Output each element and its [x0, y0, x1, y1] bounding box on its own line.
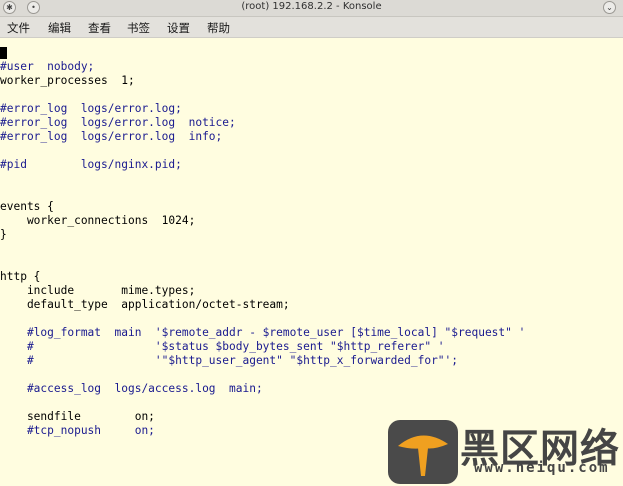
terminal-line: #error_log logs/error.log notice;	[0, 116, 236, 129]
terminal-line: worker_connections 1024;	[0, 214, 196, 227]
terminal-line: worker_processes 1;	[0, 74, 135, 87]
terminal-line: events {	[0, 200, 54, 213]
menu-settings[interactable]: 设置	[167, 20, 190, 36]
window-title: (root) 192.168.2.2 - Konsole	[241, 1, 382, 12]
terminal-line: #error_log logs/error.log;	[0, 102, 182, 115]
menu-help[interactable]: 帮助	[207, 20, 230, 36]
terminal-line: #log_format main '$remote_addr - $remote…	[0, 326, 526, 339]
title-bar: ✱ • (root) 192.168.2.2 - Konsole ⌄	[0, 0, 623, 17]
menu-view[interactable]: 查看	[88, 20, 111, 36]
menu-bar: 文件 编辑 查看 书签 设置 帮助	[0, 17, 623, 38]
watermark-url: www.heiqu.com	[474, 460, 610, 476]
terminal-line: # '$status $body_bytes_sent "$http_refer…	[0, 340, 445, 353]
terminal-text: #user nobody; worker_processes 1; #error_l…	[0, 46, 525, 438]
terminal-line: #error_log logs/error.log info;	[0, 130, 223, 143]
terminal-line: # '"$http_user_agent" "$http_x_forwarded…	[0, 354, 459, 367]
menu-file[interactable]: 文件	[7, 20, 30, 36]
window-minimize-icon[interactable]: ⌄	[603, 1, 616, 14]
terminal-line: }	[0, 228, 7, 241]
terminal-view[interactable]: #user nobody; worker_processes 1; #error_l…	[0, 38, 623, 484]
watermark: 黑区网络 www.heiqu.com	[388, 420, 623, 486]
terminal-line: http {	[0, 270, 41, 283]
terminal-line: include mime.types;	[0, 284, 196, 297]
terminal-line: #access_log logs/access.log main;	[0, 382, 263, 395]
text-cursor	[0, 47, 7, 59]
menu-bookmarks[interactable]: 书签	[127, 20, 150, 36]
terminal-line: #pid logs/nginx.pid;	[0, 158, 182, 171]
terminal-line: default_type application/octet-stream;	[0, 298, 290, 311]
watermark-logo-icon	[388, 420, 458, 484]
menu-edit[interactable]: 编辑	[48, 20, 71, 36]
terminal-line: #user nobody;	[0, 60, 95, 73]
terminal-cursor-line	[0, 46, 525, 60]
